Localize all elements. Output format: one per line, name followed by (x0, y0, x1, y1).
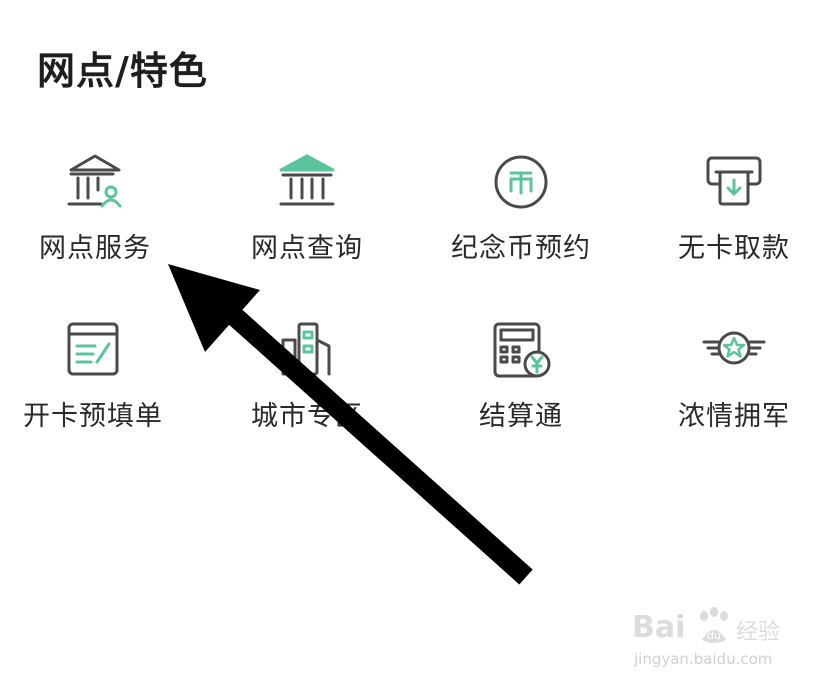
coin-icon (489, 150, 553, 214)
star-badge-icon (702, 318, 766, 382)
tile-city-zone[interactable]: 城市专区 (207, 318, 407, 468)
watermark-brand-suffix: du (707, 629, 721, 642)
bank-person-icon (63, 150, 127, 214)
watermark-product: 经验 (736, 620, 781, 645)
feature-grid: 网点服务 网点查询 纪念币预约 无卡取款 开卡预填单 城市专区 结算通 浓情拥军 (0, 0, 828, 697)
tile-coin-reservation[interactable]: 纪念币预约 (421, 150, 621, 300)
tile-label: 结算通 (479, 401, 563, 432)
tile-outlet-search[interactable]: 网点查询 (207, 150, 407, 300)
tile-label: 浓情拥军 (678, 401, 790, 432)
atm-withdraw-icon (702, 150, 766, 214)
tile-label: 网点服务 (39, 233, 151, 264)
tile-label: 开卡预填单 (23, 401, 163, 432)
paw-icon: du (700, 607, 728, 643)
tile-label: 纪念币预约 (451, 233, 591, 264)
form-edit-icon (61, 318, 125, 382)
tile-label: 城市专区 (251, 401, 363, 432)
calculator-yen-icon (489, 318, 553, 382)
baidu-watermark: Bai du 经验 jingyan.baidu.com (632, 607, 782, 674)
tile-army-support[interactable]: 浓情拥军 (634, 318, 828, 468)
watermark-brand: Bai (632, 610, 686, 645)
tile-card-prefill[interactable]: 开卡预填单 (0, 318, 193, 468)
tile-outlet-service[interactable]: 网点服务 (0, 150, 195, 300)
city-buildings-icon (275, 318, 339, 382)
tile-label: 网点查询 (251, 233, 363, 264)
watermark-url: jingyan.baidu.com (634, 650, 773, 668)
tile-cardless-withdraw[interactable]: 无卡取款 (634, 150, 828, 300)
tile-settlement[interactable]: 结算通 (421, 318, 621, 468)
tile-label: 无卡取款 (678, 233, 790, 264)
bank-building-icon (275, 150, 339, 214)
